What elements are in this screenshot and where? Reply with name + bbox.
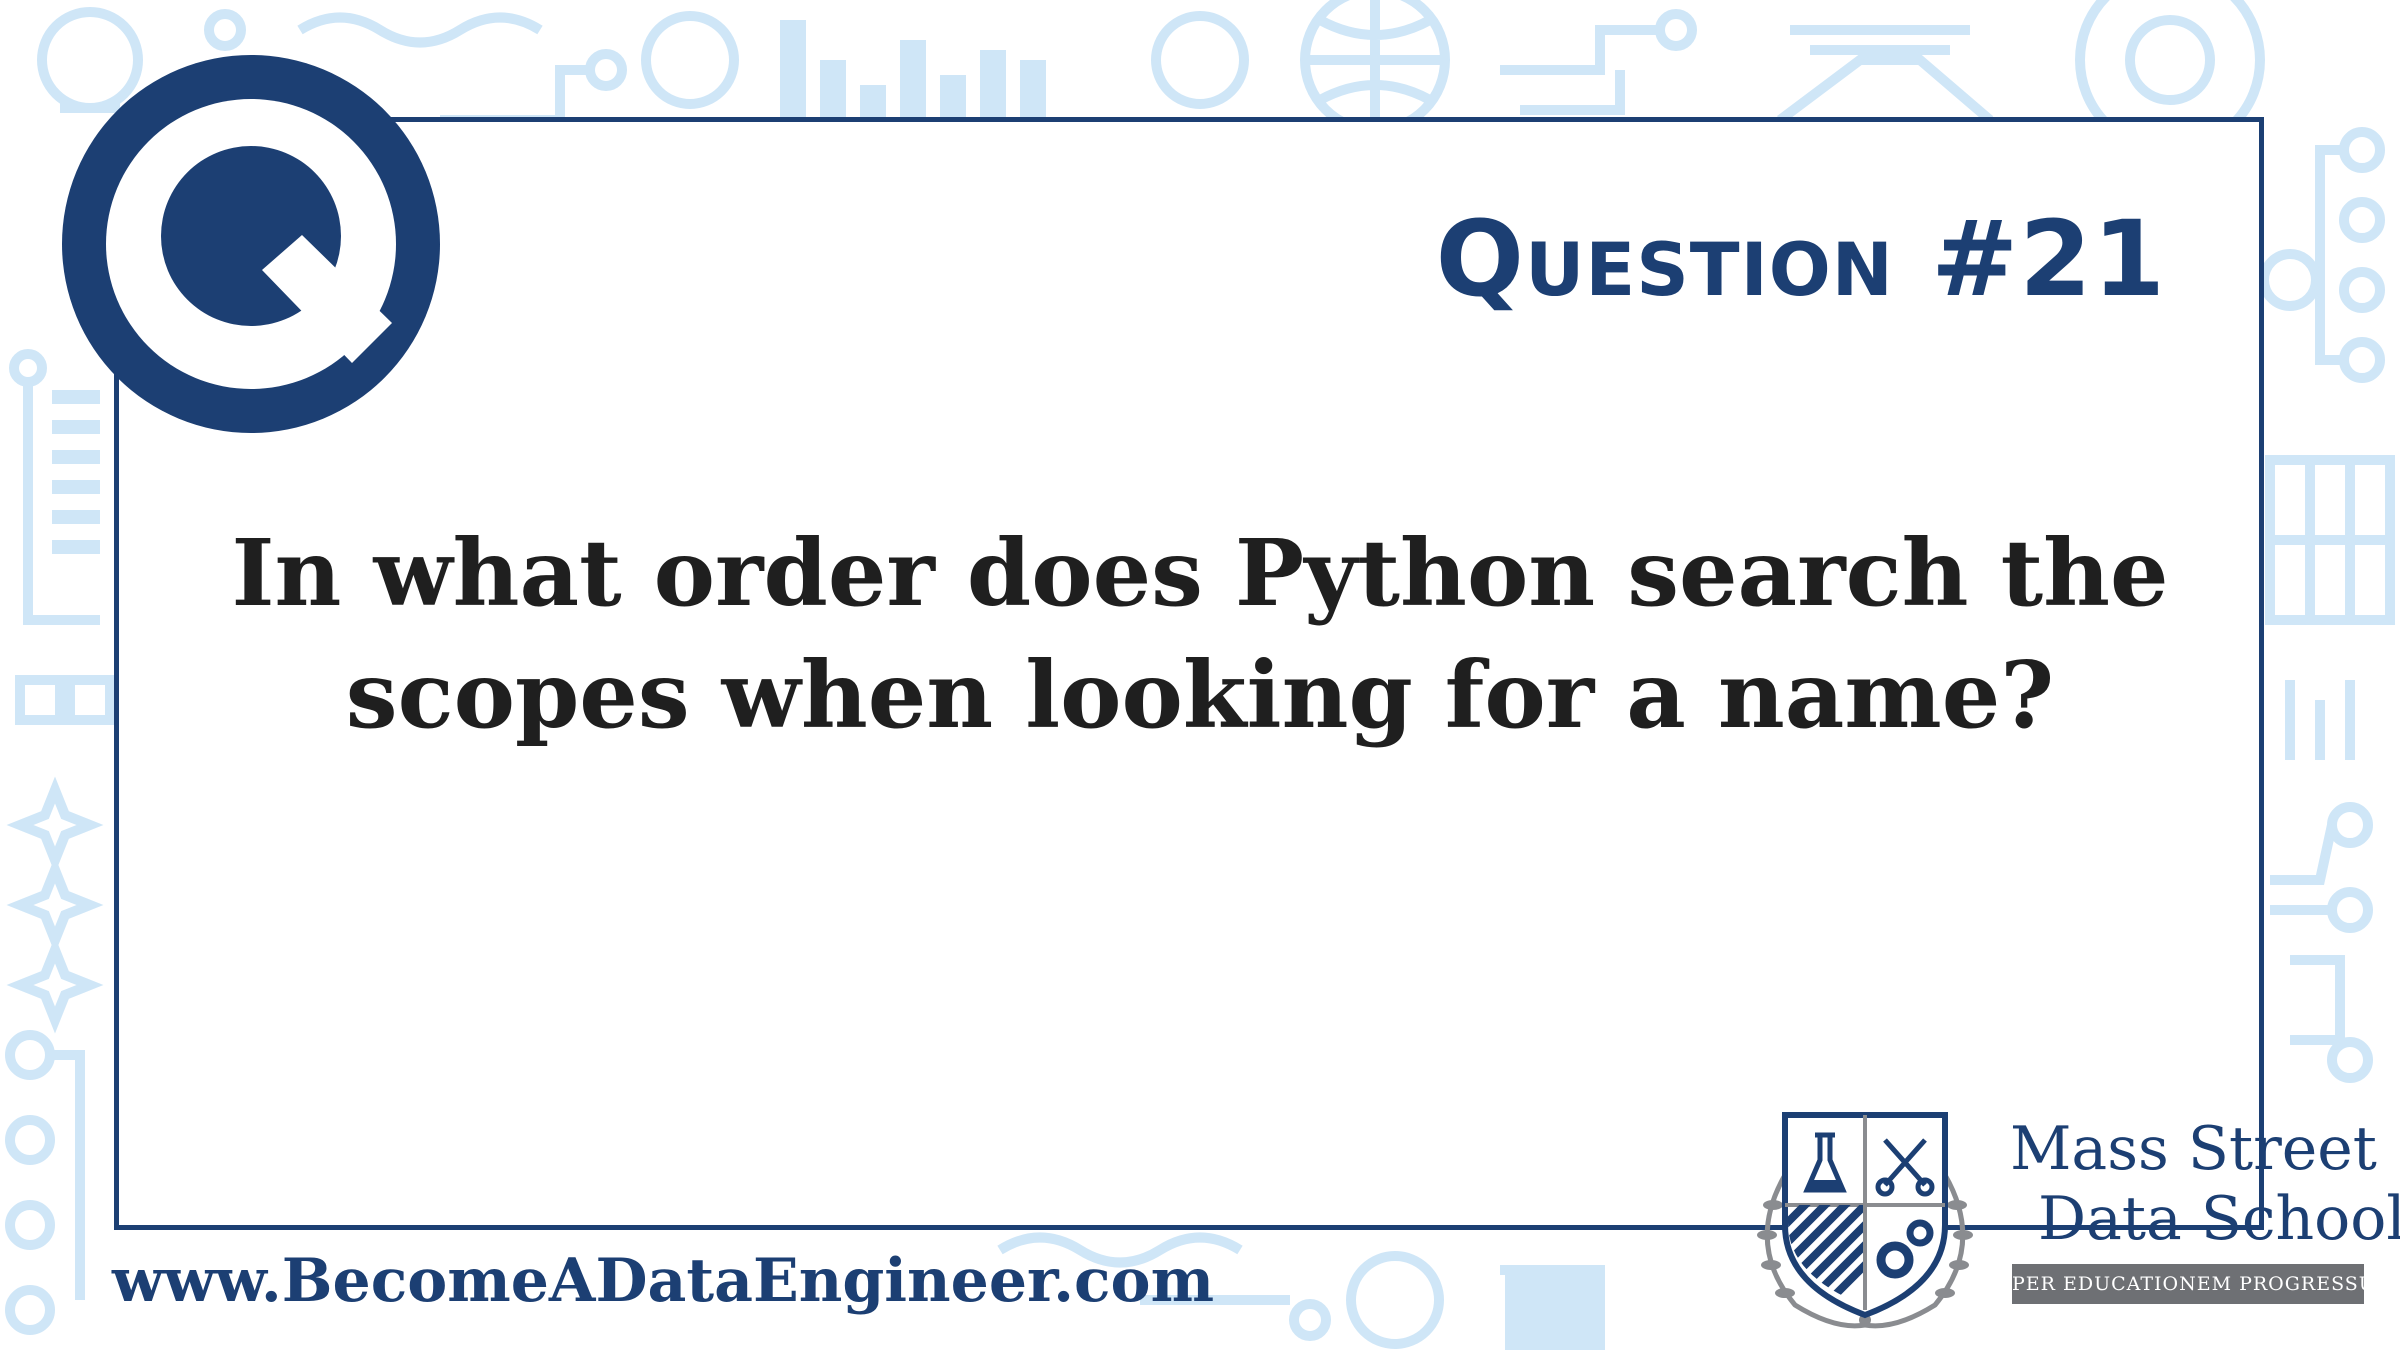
question-text: In what order does Python search the sco… [231, 519, 2169, 749]
school-name-line1: Mass Street [2010, 1114, 2377, 1184]
question-number-title: Question #21 [1436, 198, 2166, 320]
website-link[interactable]: www.BecomeADataEngineer.com [112, 1246, 1214, 1316]
school-motto: PER EDUCATIONEM PROGRESSUS [2012, 1264, 2389, 1304]
question-word: Question [1435, 198, 1894, 320]
q-badge-icon [62, 55, 440, 433]
school-name-line2: Data School [2038, 1184, 2400, 1254]
school-crest-icon [1757, 1112, 1973, 1329]
question-number: #21 [1931, 198, 2166, 320]
